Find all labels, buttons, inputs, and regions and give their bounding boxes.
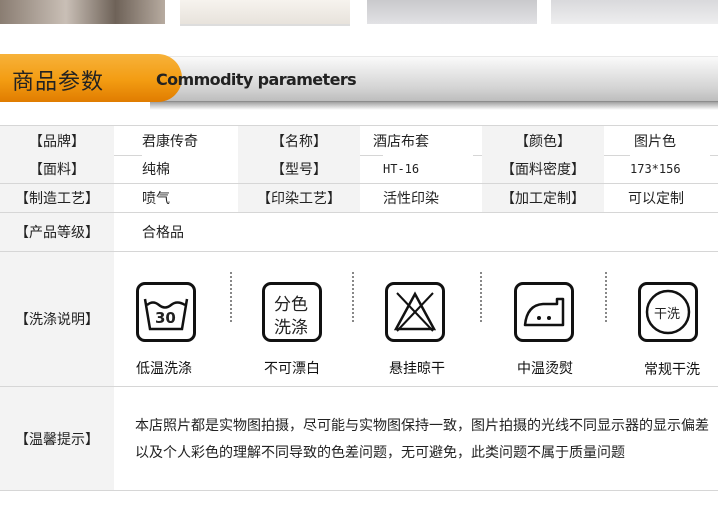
header-shadow [150,100,718,110]
notice-label: 【温馨提示】 [0,387,114,490]
notice-text: 本店照片都是实物图拍摄，尽可能与实物图保持一致，图片拍摄的光线不同显示器的显示偏… [135,418,709,461]
wash-caption: 悬挂晾干 [389,361,445,377]
param-value: 173*156 [630,155,710,183]
param-label: 【制造工艺】 [0,184,114,212]
param-value: 可以定制 [628,184,713,212]
product-photo-2 [180,0,350,26]
param-row: 【面料】 纯棉 【型号】 HT-16 【面料密度】 173*156 [0,155,718,184]
dry-clean-icon: 干洗 [638,282,698,342]
wash-row: 【洗涤说明】 [0,252,718,387]
divider [352,272,354,322]
wash-30-icon: 30 [136,282,196,342]
param-value: 活性印染 [383,184,483,212]
param-label: 【面料】 [0,155,114,183]
product-photo-1 [0,0,165,24]
wash-caption: 常规干洗 [644,362,700,378]
wash-label: 【洗涤说明】 [0,252,114,386]
param-value: 酒店布套 [373,126,473,155]
no-bleach-badge-bottom: 洗涤 [274,318,308,338]
param-value: 图片色 [634,126,714,155]
wash-temp-label: 30 [155,309,176,327]
param-value: 合格品 [142,213,242,251]
section-title: 商品参数 [12,70,105,95]
param-label: 【颜色】 [482,126,604,155]
wash-caption: 中温烫熨 [517,361,573,377]
param-label: 【品牌】 [0,126,114,155]
param-label: 【名称】 [238,126,360,155]
param-row: 【品牌】 君康传奇 【名称】 酒店布套 【颜色】 图片色 [0,125,718,156]
wash-caption: 不可漂白 [264,361,320,377]
param-label: 【面料密度】 [482,155,604,183]
divider [605,272,607,322]
wash-caption: 低温洗涤 [136,361,192,377]
param-label: 【加工定制】 [482,184,604,212]
param-row: 【制造工艺】 喷气 【印染工艺】 活性印染 【加工定制】 可以定制 [0,184,718,213]
param-label: 【印染工艺】 [238,184,360,212]
divider [480,272,482,322]
param-value: HT-16 [383,155,473,183]
no-bleach-badge-top: 分色 [274,295,308,315]
dry-clean-badge: 干洗 [654,307,681,322]
param-row: 【产品等级】 合格品 [0,213,718,252]
product-photo-3 [367,0,537,24]
param-value: 君康传奇 [142,126,242,155]
hang-dry-icon [385,282,445,342]
no-bleach-icon: 分色 洗涤 [262,282,322,342]
param-value: 喷气 [142,184,242,212]
divider [230,272,232,322]
section-title-en: Commodity parameters [156,70,357,89]
product-photo-4 [551,0,718,24]
param-label: 【型号】 [238,155,360,183]
param-label: 【产品等级】 [0,213,114,251]
param-value: 纯棉 [142,155,242,183]
iron-medium-icon [514,282,574,342]
